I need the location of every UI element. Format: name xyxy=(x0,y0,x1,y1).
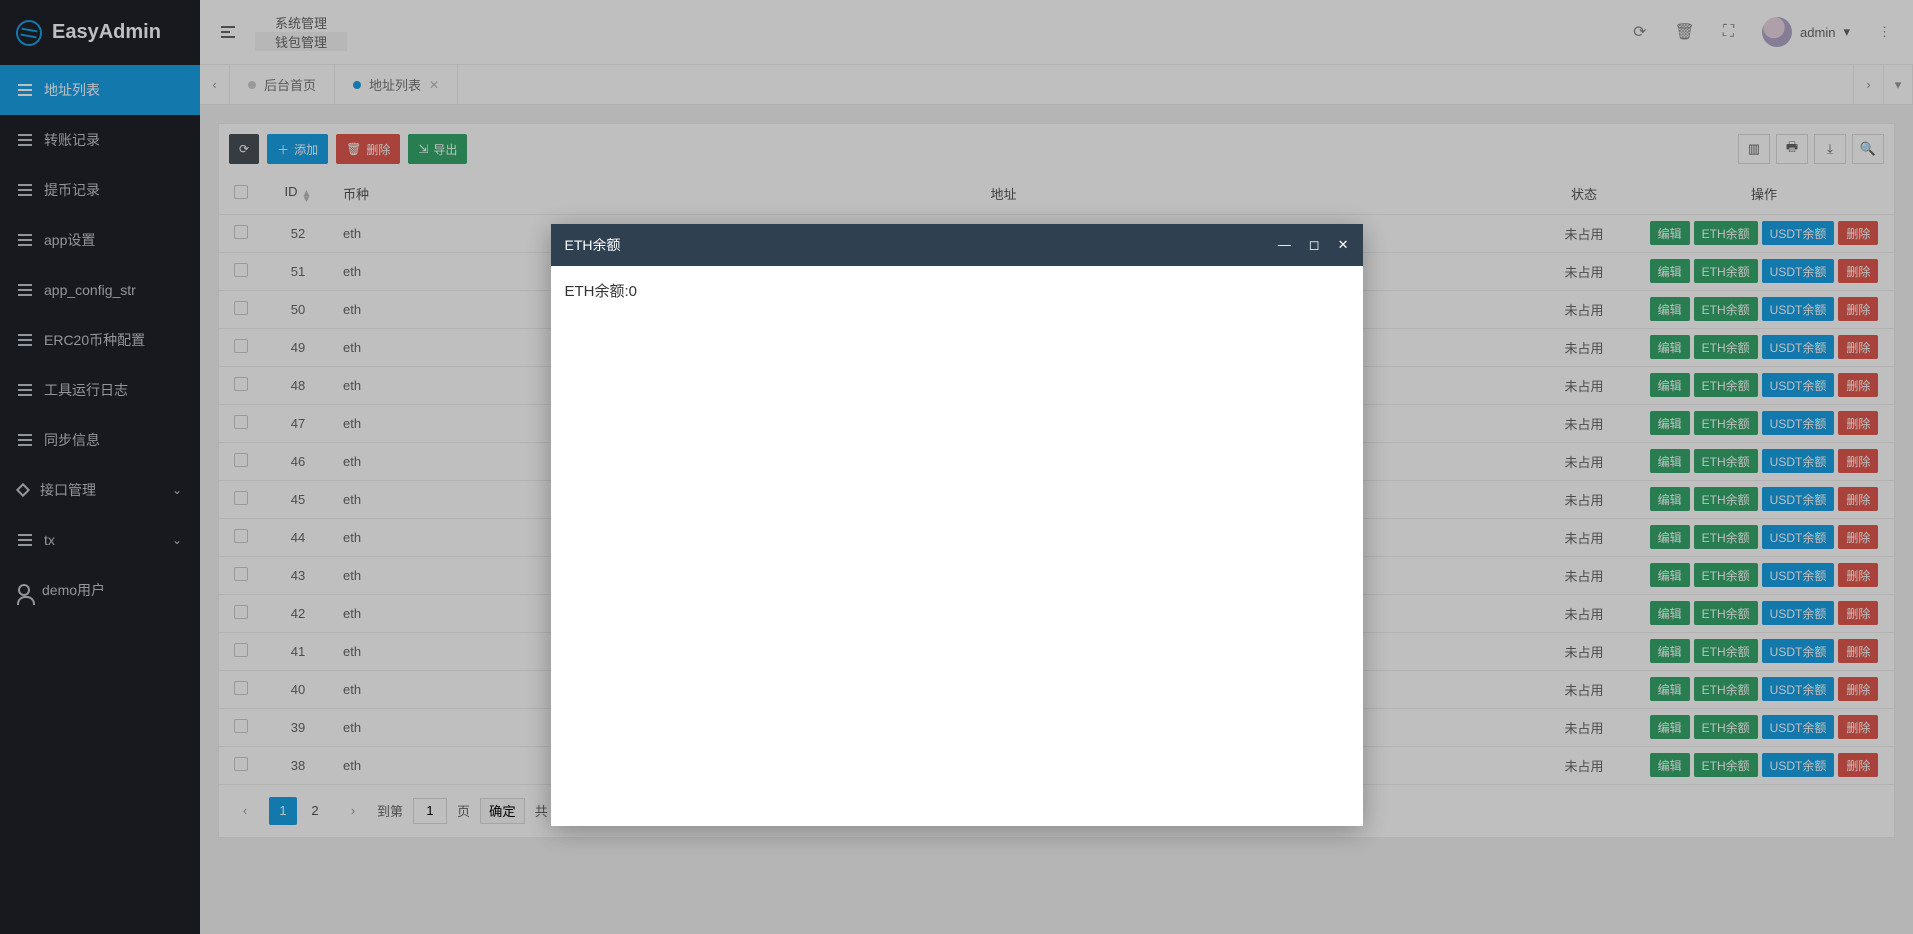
modal-body-text: ETH余额:0 xyxy=(565,283,638,300)
modal-close-icon[interactable]: ✕ xyxy=(1338,237,1349,253)
modal-minimize-icon[interactable]: — xyxy=(1278,237,1291,253)
modal-body: ETH余额:0 xyxy=(551,266,1363,826)
modal-maximize-icon[interactable]: ◻ xyxy=(1309,237,1320,253)
modal-titlebar[interactable]: ETH余额 — ◻ ✕ xyxy=(551,224,1363,266)
modal-dialog: ETH余额 — ◻ ✕ ETH余额:0 xyxy=(551,224,1363,826)
modal-title-text: ETH余额 xyxy=(565,235,621,255)
